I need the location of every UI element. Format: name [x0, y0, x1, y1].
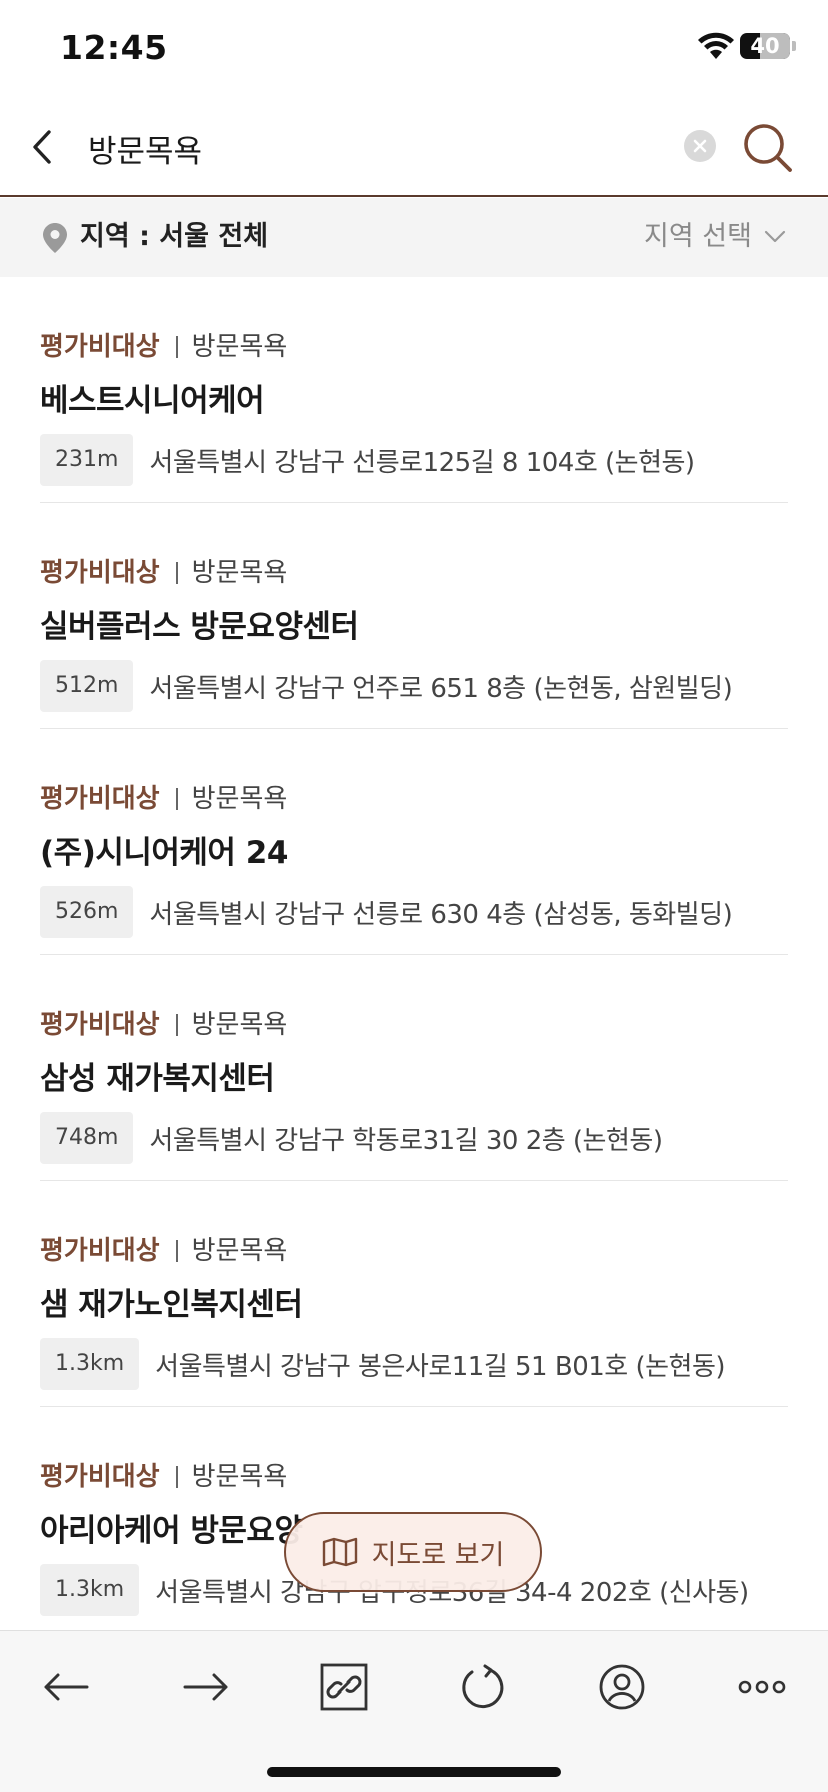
region-select-label: 지역 선택	[644, 221, 752, 252]
result-item[interactable]: 평가비대상 방문목욕 실버플러스 방문요양센터 512m 서울특별시 강남구 언…	[40, 503, 788, 729]
result-item[interactable]: 평가비대상 방문목욕 (주)시니어케어 24 526m 서울특별시 강남구 선릉…	[40, 729, 788, 955]
result-item[interactable]: 평가비대상 방문목욕 삼성 재가복지센터 748m 서울특별시 강남구 학동로3…	[40, 955, 788, 1181]
map-view-label: 지도로 보기	[371, 1539, 505, 1571]
more-icon	[738, 1680, 786, 1694]
service-label: 방문목욕	[191, 1462, 288, 1492]
link-icon	[320, 1663, 368, 1711]
battery-nub	[792, 41, 796, 51]
profile-icon	[599, 1664, 645, 1710]
location-pin-icon	[43, 223, 67, 253]
tag-divider	[175, 562, 178, 584]
link-button[interactable]	[304, 1647, 384, 1727]
facility-address: 서울특별시 강남구 학동로31길 30 2층 (논현동)	[149, 1125, 663, 1156]
browser-forward-button[interactable]	[166, 1647, 246, 1727]
facility-address: 서울특별시 강남구 언주로 651 8층 (논현동, 삼원빌딩)	[149, 673, 733, 704]
tag-row: 평가비대상 방문목욕	[40, 1459, 287, 1495]
browser-back-button[interactable]	[26, 1647, 106, 1727]
service-label: 방문목욕	[191, 332, 288, 362]
tag-divider	[175, 1014, 178, 1036]
meta-row: 1.3km 서울특별시 강남구 봉은사로11길 51 B01호 (논현동)	[40, 1338, 726, 1390]
meta-row: 526m 서울특별시 강남구 선릉로 630 4층 (삼성동, 동화빌딩)	[40, 886, 733, 938]
tag-row: 평가비대상 방문목욕	[40, 1233, 287, 1269]
tag-divider	[175, 1240, 178, 1262]
back-arrow-icon	[44, 1673, 89, 1701]
facility-address: 서울특별시 강남구 선릉로125길 8 104호 (논현동)	[149, 447, 695, 478]
service-label: 방문목욕	[191, 558, 288, 588]
facility-name: 실버플러스 방문요양센터	[40, 609, 359, 645]
grade-label: 평가비대상	[40, 784, 160, 814]
region-label: 지역 : 서울 전체	[80, 221, 269, 252]
facility-name: 아리아케어 방문요양	[40, 1513, 303, 1549]
bottom-toolbar	[0, 1630, 828, 1792]
distance-badge: 748m	[40, 1112, 134, 1164]
facility-name: 베스트시니어케어	[40, 383, 265, 419]
battery-level: 40	[750, 34, 780, 58]
region-bar: 지역 : 서울 전체 지역 선택	[0, 198, 828, 277]
status-time: 12:45	[60, 28, 168, 67]
map-icon	[322, 1537, 357, 1567]
grade-label: 평가비대상	[40, 1010, 160, 1040]
clear-search-button[interactable]	[684, 130, 716, 162]
meta-row: 512m 서울특별시 강남구 언주로 651 8층 (논현동, 삼원빌딩)	[40, 660, 733, 712]
more-button[interactable]	[722, 1647, 802, 1727]
distance-badge: 526m	[40, 886, 134, 938]
tag-divider	[175, 336, 178, 358]
status-bar: 12:45 40	[0, 0, 828, 100]
service-label: 방문목욕	[191, 1236, 288, 1266]
grade-label: 평가비대상	[40, 332, 160, 362]
result-item[interactable]: 평가비대상 방문목욕 베스트시니어케어 231m 서울특별시 강남구 선릉로12…	[40, 277, 788, 503]
meta-row: 231m 서울특별시 강남구 선릉로125길 8 104호 (논현동)	[40, 434, 695, 486]
facility-name: (주)시니어케어 24	[40, 835, 288, 871]
profile-button[interactable]	[582, 1647, 662, 1727]
grade-label: 평가비대상	[40, 1236, 160, 1266]
app-screen: 12:45 40 방문목욕 지역: 서울 전체 지역 선택 평가비대상 방문목…	[0, 0, 828, 1792]
service-label: 방문목욕	[191, 784, 288, 814]
result-list: 평가비대상 방문목욕 베스트시니어케어 231m 서울특별시 강남구 선릉로12…	[0, 277, 828, 1633]
tag-row: 평가비대상 방문목욕	[40, 555, 287, 591]
distance-badge: 1.3km	[40, 1564, 140, 1616]
chevron-left-icon	[33, 130, 51, 164]
region-select-button[interactable]: 지역 선택	[644, 218, 786, 256]
service-label: 방문목욕	[191, 1010, 288, 1040]
tag-row: 평가비대상 방문목욕	[40, 329, 287, 365]
facility-address: 서울특별시 강남구 선릉로 630 4층 (삼성동, 동화빌딩)	[149, 899, 733, 930]
battery-icon: 40	[740, 33, 790, 59]
grade-label: 평가비대상	[40, 558, 160, 588]
refresh-button[interactable]	[443, 1647, 523, 1727]
facility-name: 샘 재가노인복지센터	[40, 1287, 303, 1323]
wifi-icon	[698, 32, 734, 59]
refresh-icon	[462, 1664, 504, 1709]
forward-arrow-icon	[183, 1673, 228, 1701]
meta-row: 748m 서울특별시 강남구 학동로31길 30 2층 (논현동)	[40, 1112, 663, 1164]
distance-badge: 512m	[40, 660, 134, 712]
search-icon[interactable]	[740, 120, 796, 176]
tag-row: 평가비대상 방문목욕	[40, 781, 287, 817]
map-view-button[interactable]: 지도로 보기	[284, 1512, 542, 1592]
distance-badge: 231m	[40, 434, 134, 486]
facility-address: 서울특별시 강남구 봉은사로11길 51 B01호 (논현동)	[155, 1351, 726, 1382]
tag-divider	[175, 1466, 178, 1488]
distance-badge: 1.3km	[40, 1338, 140, 1390]
facility-name: 삼성 재가복지센터	[40, 1061, 275, 1097]
close-icon	[693, 139, 707, 153]
search-input[interactable]	[88, 124, 648, 172]
chevron-down-icon	[764, 230, 786, 243]
grade-label: 평가비대상	[40, 1462, 160, 1492]
search-header	[0, 100, 828, 197]
tag-divider	[175, 788, 178, 810]
back-button[interactable]	[22, 122, 62, 172]
home-indicator	[267, 1767, 561, 1777]
result-item[interactable]: 평가비대상 방문목욕 샘 재가노인복지센터 1.3km 서울특별시 강남구 봉은…	[40, 1181, 788, 1407]
tag-row: 평가비대상 방문목욕	[40, 1007, 287, 1043]
